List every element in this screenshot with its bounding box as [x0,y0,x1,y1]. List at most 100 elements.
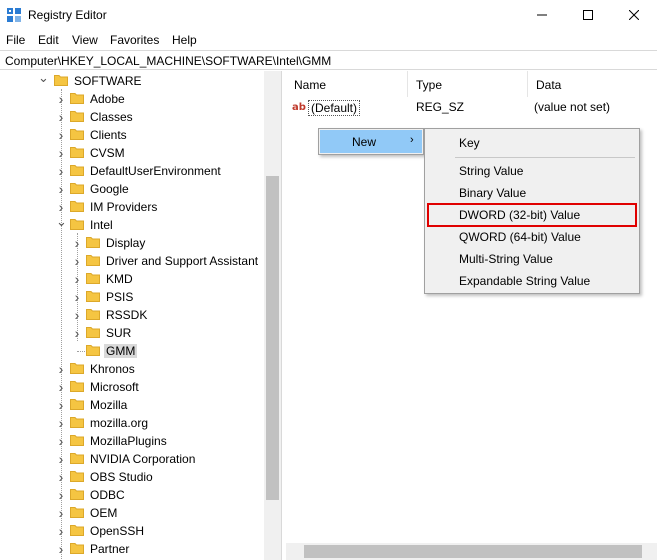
chevron-right-icon[interactable]: › [56,92,66,106]
chevron-right-icon[interactable]: › [72,254,82,268]
tree-item[interactable]: › ODBC [0,486,264,504]
chevron-right-icon[interactable]: › [56,488,66,502]
folder-icon [86,255,100,266]
tree-item-intel[interactable]: ⌄ Intel [0,215,264,234]
tree-item-label: DefaultUserEnvironment [90,164,221,178]
maximize-button[interactable] [565,0,611,30]
tree-item[interactable]: › Microsoft [0,378,264,396]
tree-item[interactable]: › RSSDK [0,306,264,324]
tree-item[interactable]: › Google [0,180,264,198]
chevron-right-icon[interactable]: › [56,542,66,556]
tree-item[interactable]: › OpenSSH [0,522,264,540]
chevron-right-icon[interactable]: › [56,182,66,196]
tree-scroll-thumb[interactable] [266,176,279,500]
chevron-right-icon[interactable]: › [72,308,82,322]
column-header-name[interactable]: Name [286,71,408,97]
chevron-right-icon[interactable]: › [56,128,66,142]
tree-item[interactable]: › PSIS [0,288,264,306]
tree-item[interactable]: › Driver and Support Assistant [0,252,264,270]
tree-item[interactable]: › MozillaPlugins [0,432,264,450]
column-header-type[interactable]: Type [408,71,528,97]
submenu-item-qword-value[interactable]: QWORD (64-bit) Value [427,226,637,248]
folder-icon [70,219,84,230]
submenu-item-binary-value[interactable]: Binary Value [427,182,637,204]
menu-file[interactable]: File [6,33,25,47]
chevron-right-icon[interactable]: › [56,200,66,214]
chevron-right-icon[interactable]: › [56,452,66,466]
chevron-right-icon[interactable]: › [72,326,82,340]
folder-icon [70,111,84,122]
chevron-down-icon[interactable]: ⌄ [38,71,49,84]
menu-favorites[interactable]: Favorites [110,33,159,47]
tree-item[interactable]: › mozilla.org [0,414,264,432]
address-bar[interactable]: Computer\HKEY_LOCAL_MACHINE\SOFTWARE\Int… [0,50,657,70]
chevron-right-icon[interactable]: › [56,416,66,430]
value-row[interactable]: ab (Default) REG_SZ (value not set) [286,97,657,117]
tree-item-software[interactable]: ⌄ SOFTWARE [0,71,264,90]
chevron-right-icon[interactable]: › [56,524,66,538]
tree-item[interactable]: › Partner [0,540,264,558]
tree-item-gmm[interactable]: GMM [0,342,264,360]
context-menu-new[interactable]: New › [320,130,422,153]
menu-help[interactable]: Help [172,33,197,47]
submenu-separator [455,157,635,158]
tree-item[interactable]: › Khronos [0,360,264,378]
chevron-down-icon[interactable]: ⌄ [56,215,67,228]
submenu-item-multi-string-value[interactable]: Multi-String Value [427,248,637,270]
tree-item-label: NVIDIA Corporation [90,452,196,466]
chevron-right-icon[interactable]: › [72,236,82,250]
chevron-right-icon[interactable]: › [56,146,66,160]
submenu-item-key[interactable]: Key [427,132,637,154]
minimize-button[interactable] [519,0,565,30]
tree-item[interactable]: › Classes [0,108,264,126]
chevron-right-icon[interactable]: › [72,272,82,286]
tree-item[interactable]: › Clients [0,126,264,144]
tree-item-label: mozilla.org [90,416,149,430]
submenu-item-expandable-string-value[interactable]: Expandable String Value [427,270,637,292]
chevron-right-icon[interactable]: › [56,470,66,484]
column-header-data[interactable]: Data [528,71,657,97]
close-button[interactable] [611,0,657,30]
tree-item[interactable]: › OBS Studio [0,468,264,486]
tree-item[interactable]: › Display [0,234,264,252]
folder-icon [86,237,100,248]
tree-vertical-scrollbar[interactable] [264,71,281,560]
chevron-right-icon[interactable]: › [56,164,66,178]
tree-item[interactable]: › SUR [0,324,264,342]
close-icon [629,10,639,20]
string-value-icon: ab [292,102,306,113]
menu-edit[interactable]: Edit [38,33,59,47]
folder-icon [70,453,84,464]
submenu-item-string-value[interactable]: String Value [427,160,637,182]
tree-item[interactable]: › KMD [0,270,264,288]
chevron-right-icon[interactable]: › [56,434,66,448]
address-path[interactable]: Computer\HKEY_LOCAL_MACHINE\SOFTWARE\Int… [5,54,331,68]
folder-icon [70,399,84,410]
folder-icon [70,525,84,536]
submenu-item-label: Key [459,136,480,150]
svg-text:ab: ab [292,102,306,113]
value-name: (Default) [308,100,361,116]
list-horizontal-scrollbar[interactable] [286,543,657,560]
list-scroll-thumb[interactable] [304,545,642,558]
chevron-right-icon[interactable]: › [56,110,66,124]
tree-item[interactable]: › NVIDIA Corporation [0,450,264,468]
folder-icon [70,183,84,194]
tree-item[interactable]: › Mozilla [0,396,264,414]
submenu-item-dword-value[interactable]: DWORD (32-bit) Value [427,203,637,227]
submenu-item-label: Multi-String Value [459,252,553,266]
tree-item[interactable]: › DefaultUserEnvironment [0,162,264,180]
chevron-right-icon[interactable]: › [56,506,66,520]
tree-item-label: Microsoft [90,380,139,394]
tree-item[interactable]: › OEM [0,504,264,522]
chevron-right-icon[interactable]: › [56,398,66,412]
tree-item-label: Intel [90,218,113,232]
chevron-right-icon[interactable]: › [72,290,82,304]
tree-item[interactable]: › IM Providers [0,198,264,216]
submenu-arrow-icon: › [410,134,414,146]
chevron-right-icon[interactable]: › [56,380,66,394]
menu-view[interactable]: View [72,33,98,47]
tree-item[interactable]: › Adobe [0,90,264,108]
chevron-right-icon[interactable]: › [56,362,66,376]
tree-item[interactable]: › CVSM [0,144,264,162]
